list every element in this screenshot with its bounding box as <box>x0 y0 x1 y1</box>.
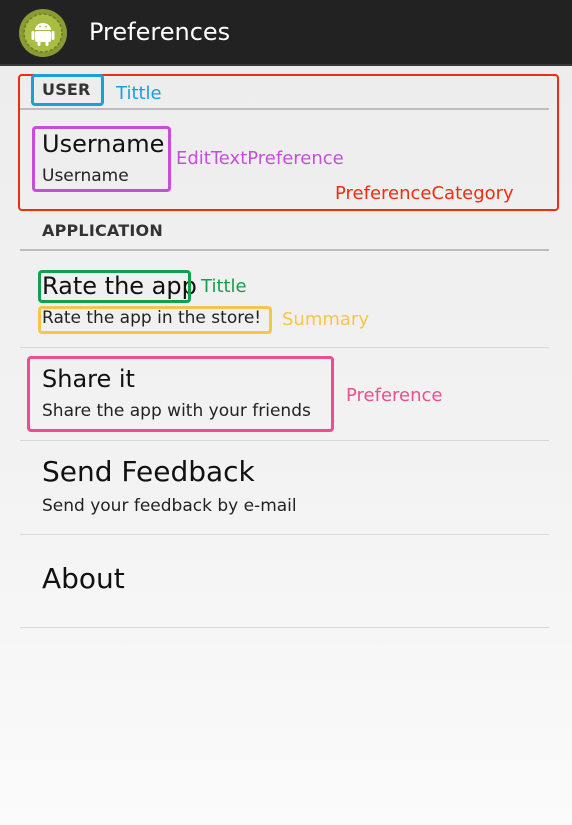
category-title-annotation: Tittle <box>116 83 162 104</box>
preference-send-feedback[interactable]: Send Feedback Send your feedback by e-ma… <box>20 441 549 534</box>
edit-text-preference-highlight-box <box>32 126 171 192</box>
category-divider <box>20 249 549 251</box>
category-title-highlight-box <box>31 74 104 106</box>
preference-category-annotation: PreferenceCategory <box>335 183 514 204</box>
action-bar: Preferences <box>0 0 572 66</box>
preference-title: Send Feedback <box>42 455 255 488</box>
summary-annotation: Summary <box>282 309 369 330</box>
page-title: Preferences <box>89 18 231 46</box>
preference-about[interactable]: About <box>20 535 549 627</box>
preference-title: About <box>42 562 125 595</box>
android-robot-icon[interactable] <box>18 8 68 58</box>
preference-annotation: Preference <box>346 385 443 406</box>
item-title-highlight-box <box>38 270 191 303</box>
list-divider <box>20 627 549 628</box>
item-title-annotation: Tittle <box>201 276 247 297</box>
preference-summary: Send your feedback by e-mail <box>42 496 297 516</box>
summary-highlight-box <box>38 306 272 334</box>
edit-text-preference-annotation: EditTextPreference <box>176 148 344 169</box>
category-header-application: APPLICATION <box>42 221 163 240</box>
preference-highlight-box <box>27 356 334 432</box>
